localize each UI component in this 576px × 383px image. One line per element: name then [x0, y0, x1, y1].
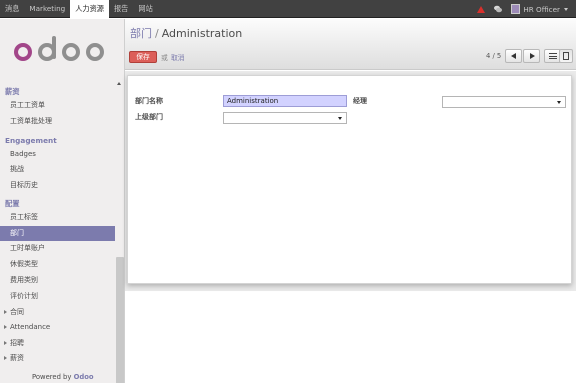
- top-navbar: 消息 Marketing 人力资源 报告 网站 HR Officer: [0, 0, 576, 18]
- sidebar-item-goal-history[interactable]: 目标历史: [0, 178, 115, 193]
- pager-next-button[interactable]: [523, 49, 540, 63]
- form-view-button[interactable]: [559, 49, 573, 63]
- breadcrumb-current: Administration: [161, 27, 243, 40]
- sidebar: 薪资 员工工资单 工资单批处理 Engagement Badges 挑战 目标历…: [0, 19, 125, 383]
- sidebar-item-timesheet-accounts[interactable]: 工时单账户: [0, 241, 115, 256]
- top-menu-messages[interactable]: 消息: [0, 0, 24, 18]
- department-name-input[interactable]: Administration: [223, 95, 347, 107]
- sidebar-section-payroll: 薪资: [5, 87, 20, 96]
- top-menu-human-resources[interactable]: 人力资源: [70, 0, 109, 18]
- sidebar-item-attendance[interactable]: Attendance: [0, 320, 115, 335]
- top-menu-website[interactable]: 网站: [133, 0, 157, 18]
- sidebar-section-configuration: 配置: [5, 199, 20, 208]
- sidebar-item-expense-categories[interactable]: 费用类别: [0, 273, 115, 288]
- topbar-right: HR Officer: [477, 0, 568, 18]
- pager-counter[interactable]: 4 / 5: [486, 52, 501, 60]
- sidebar-item-badges[interactable]: Badges: [0, 147, 115, 162]
- parent-department-select[interactable]: [223, 112, 347, 124]
- discard-link[interactable]: 取消: [171, 52, 185, 62]
- form-view-icon: [563, 52, 569, 60]
- avatar[interactable]: [511, 4, 521, 14]
- sidebar-item-leave-types[interactable]: 休假类型: [0, 257, 115, 272]
- control-panel: 部门 / Administration 保存 或 取消 4 / 5: [125, 19, 576, 70]
- sidebar-item-contracts[interactable]: 合同: [0, 305, 115, 320]
- powered-by: Powered by Odoo: [32, 373, 94, 381]
- sidebar-item-recruitment[interactable]: 招聘: [0, 336, 115, 351]
- sidebar-item-employee-tags[interactable]: 员工标签: [0, 210, 115, 225]
- warning-icon[interactable]: [477, 5, 486, 13]
- sidebar-section-engagement: Engagement: [5, 136, 57, 145]
- scroll-up-arrow-icon[interactable]: [117, 82, 121, 85]
- sidebar-scrollbar[interactable]: [116, 257, 124, 383]
- chat-icon[interactable]: [494, 5, 503, 13]
- powered-by-brand[interactable]: Odoo: [74, 373, 94, 381]
- sidebar-item-departments[interactable]: 部门: [0, 226, 115, 241]
- list-view-icon: [549, 53, 557, 59]
- or-label: 或: [161, 54, 168, 62]
- sidebar-item-payroll[interactable]: 薪资: [0, 351, 115, 366]
- sidebar-item-challenges[interactable]: 挑战: [0, 162, 115, 177]
- form-sheet: 部门名称 Administration 上级部门 经理: [127, 75, 572, 284]
- arrow-right-icon: [530, 53, 535, 59]
- breadcrumb-parent[interactable]: 部门: [130, 27, 152, 40]
- manager-select[interactable]: [442, 96, 566, 108]
- manager-label: 经理: [353, 97, 367, 105]
- odoo-logo[interactable]: [14, 34, 109, 64]
- chevron-down-icon: [338, 117, 342, 120]
- sidebar-item-payslips[interactable]: 员工工资单: [0, 98, 115, 113]
- breadcrumb: 部门 / Administration: [130, 25, 242, 41]
- pager-previous-button[interactable]: [505, 49, 522, 63]
- chevron-down-icon[interactable]: [564, 7, 568, 11]
- top-menu-reporting[interactable]: 报告: [109, 0, 133, 18]
- powered-by-label: Powered by: [32, 373, 72, 381]
- sidebar-item-appraisal-plans[interactable]: 评价计划: [0, 289, 115, 304]
- save-button[interactable]: 保存: [129, 51, 157, 63]
- sidebar-item-payslip-batches[interactable]: 工资单批处理: [0, 114, 115, 129]
- breadcrumb-separator: /: [155, 27, 159, 40]
- arrow-left-icon: [511, 53, 516, 59]
- main-content: 部门 / Administration 保存 或 取消 4 / 5 部门名称 Adm…: [125, 19, 576, 383]
- parent-department-label: 上级部门: [135, 113, 163, 121]
- top-menu-marketing[interactable]: Marketing: [24, 0, 70, 18]
- department-name-label: 部门名称: [135, 97, 163, 105]
- user-menu-label[interactable]: HR Officer: [523, 5, 560, 14]
- chevron-down-icon: [557, 101, 561, 104]
- top-menu: 消息 Marketing 人力资源 报告 网站: [0, 0, 158, 18]
